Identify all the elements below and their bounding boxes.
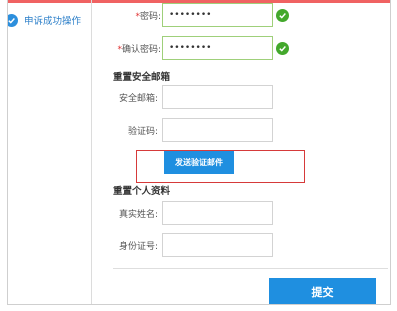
divider (113, 268, 388, 269)
check-icon (276, 42, 289, 55)
security-email-label: 安全邮箱: (118, 94, 158, 104)
sidebar-item-appeal-success[interactable]: 申诉成功操作 (8, 12, 81, 28)
password-label: *密码: (135, 12, 161, 22)
security-email-input[interactable] (162, 85, 273, 109)
id-number-input[interactable] (162, 233, 273, 257)
id-number-label: 身份证号: (118, 242, 158, 252)
confirm-password-input[interactable] (162, 36, 273, 60)
real-name-label: 真实姓名: (118, 210, 158, 220)
verify-code-input[interactable] (162, 118, 273, 142)
check-circle-icon (8, 13, 18, 27)
reset-email-title: 重置安全邮箱 (113, 72, 171, 83)
send-verification-email-button[interactable]: 发送验证邮件 (164, 151, 234, 174)
check-icon (276, 9, 289, 22)
submit-button[interactable]: 提交 (269, 278, 376, 304)
sidebar-item-label: 申诉成功操作 (24, 16, 82, 27)
password-input[interactable] (162, 3, 273, 27)
reset-profile-title: 重置个人资料 (113, 186, 171, 197)
verify-code-label: 验证码: (127, 127, 158, 137)
confirm-password-label: *确认密码: (117, 45, 161, 55)
sidebar: 申诉成功操作 (8, 0, 92, 304)
real-name-input[interactable] (162, 201, 273, 225)
appeal-form-window: 申诉成功操作 *密码: *确认密码: 重置安全邮箱 安全邮箱: 验证码: 发送验… (7, 0, 391, 305)
